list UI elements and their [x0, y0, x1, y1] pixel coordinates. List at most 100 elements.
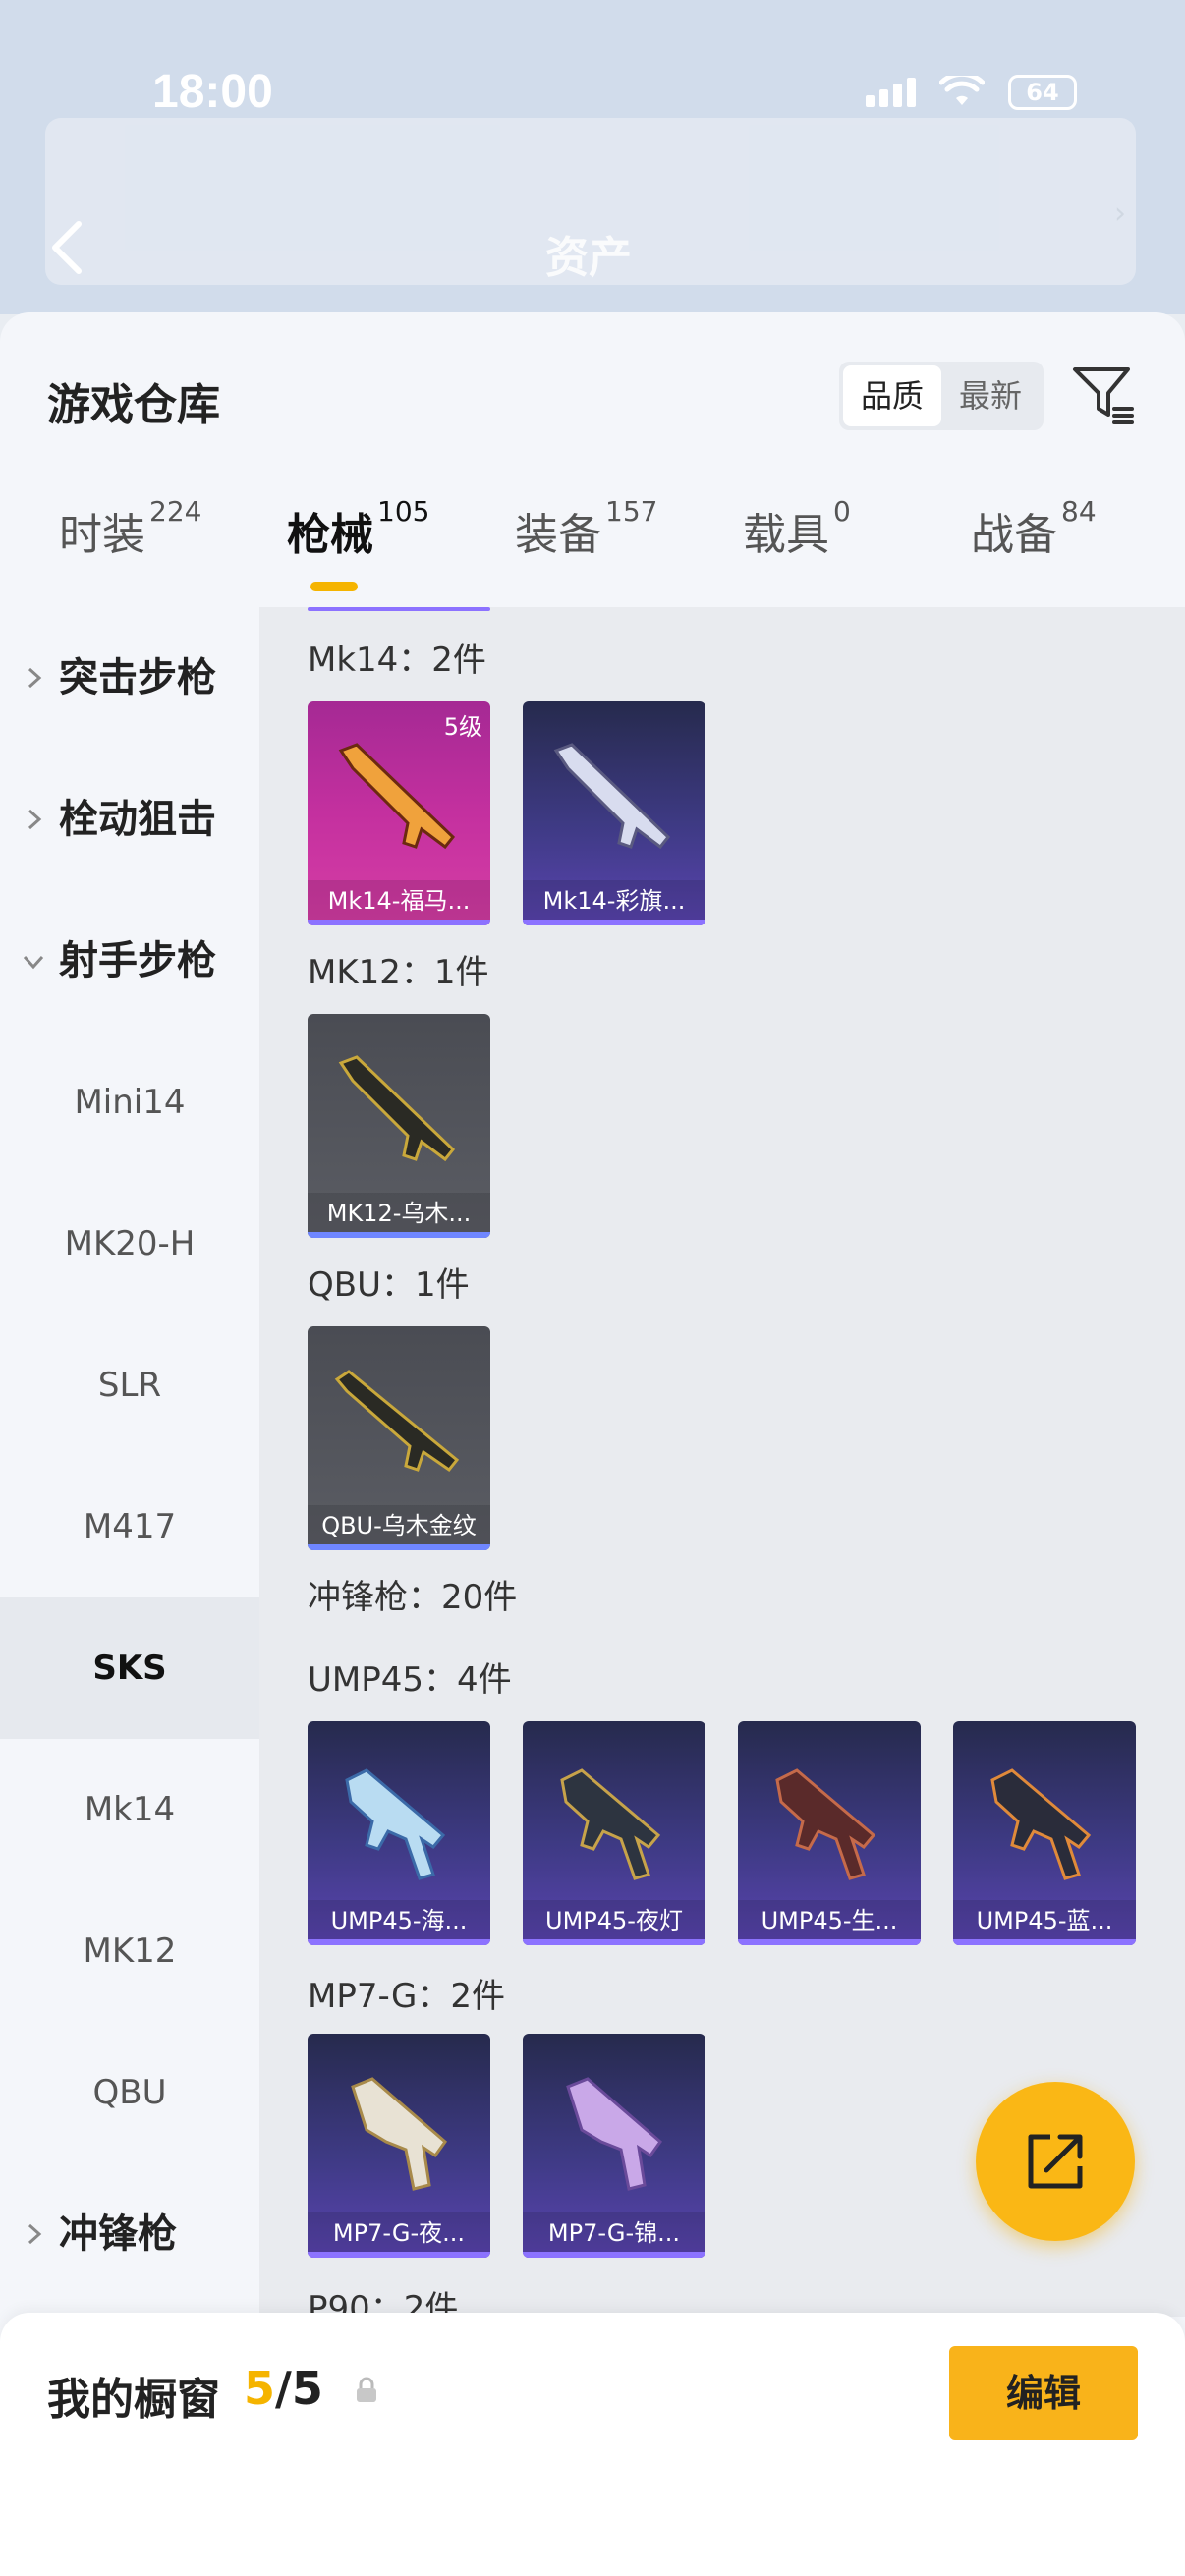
sheet-title: 游戏仓库 [47, 380, 220, 430]
quality-bar [308, 1232, 490, 1238]
sidebar-sub-mini14[interactable]: Mini14 [0, 1032, 259, 1173]
sidebar-item-label: 栓动狙击 [59, 797, 216, 842]
quality-bar [308, 1939, 490, 1945]
tab-supplies[interactable]: 战备 84 [971, 495, 1097, 562]
tab-vehicles[interactable]: 载具 0 [743, 495, 851, 562]
group-title: Mk14：2件 [308, 641, 486, 680]
weapon-card[interactable]: QBU-乌木金纹 [308, 1326, 490, 1550]
sidebar-item-label: 冲锋枪 [59, 2212, 177, 2257]
group-title: MK12：1件 [308, 953, 489, 992]
smg-icon [560, 1768, 661, 1880]
smg-icon [775, 1768, 876, 1880]
weapon-card[interactable]: UMP45-生... [738, 1721, 921, 1945]
filter-icon[interactable] [1071, 364, 1136, 428]
rifle-icon [338, 1055, 456, 1162]
status-time: 18:00 [152, 66, 273, 118]
smg-icon [566, 2077, 663, 2191]
weapon-card[interactable]: Mk14-彩旗... [523, 701, 705, 925]
share-button[interactable] [976, 2082, 1135, 2241]
rifle-icon [334, 1370, 460, 1473]
tab-firearms[interactable]: 枪械 105 [287, 495, 429, 562]
showcase-count-total: 5 [291, 2362, 323, 2415]
weapon-card[interactable]: MP7-G-夜... [308, 2034, 490, 2258]
tab-label: 枪械 [287, 510, 373, 560]
tab-label: 战备 [971, 510, 1057, 560]
quality-bar [523, 2252, 705, 2258]
sidebar-item-label: 突击步枪 [59, 655, 216, 700]
group-title: 冲锋枪：20件 [308, 1578, 518, 1617]
weapon-card[interactable]: UMP45-夜灯 [523, 1721, 705, 1945]
quality-bar [308, 2252, 490, 2258]
quality-bar [308, 920, 490, 925]
sort-toggle: 品质 最新 [839, 362, 1044, 430]
sidebar-sub-mk14[interactable]: Mk14 [0, 1739, 259, 1880]
signal-icon [866, 78, 916, 107]
weapon-list: Mk14：2件 5级 Mk14-福马... Mk14-彩旗... MK12：1件… [259, 607, 1185, 2317]
battery-icon: 64 [1008, 75, 1077, 110]
back-icon[interactable] [49, 218, 85, 277]
quality-bar [308, 1544, 490, 1550]
showcase-count-current: 5 [244, 2362, 276, 2415]
smg-icon [351, 2077, 448, 2191]
sidebar-item-label: 射手步枪 [59, 938, 216, 983]
quality-bar [953, 1939, 1136, 1945]
tab-count: 84 [1061, 495, 1097, 528]
tab-count: 0 [833, 495, 851, 528]
showcase-count: 5/5 [244, 2362, 323, 2415]
showcase-footer: 我的橱窗 5/5 编辑 [0, 2313, 1185, 2576]
smg-icon [990, 1768, 1092, 1880]
category-tabs: 时装 224 枪械 105 装备 157 载具 0 战备 84 [0, 495, 1185, 607]
group-title: QBU：1件 [308, 1265, 470, 1305]
page-title: 资产 [545, 233, 632, 283]
tab-label: 装备 [515, 510, 601, 560]
quality-bar [523, 1939, 705, 1945]
sidebar-sub-mk20h[interactable]: MK20-H [0, 1173, 259, 1315]
rifle-icon [338, 743, 456, 850]
sort-quality-button[interactable]: 品质 [843, 365, 941, 426]
status-icons: 64 [866, 75, 1077, 110]
showcase-count-separator: / [275, 2362, 292, 2415]
sidebar-item-bolt-sniper[interactable]: 栓动狙击 [0, 749, 259, 890]
tab-count: 157 [605, 495, 658, 528]
chevron-right-icon [28, 809, 42, 830]
active-tab-indicator [310, 582, 358, 591]
sort-latest-button[interactable]: 最新 [941, 365, 1040, 426]
rifle-icon [553, 743, 671, 850]
sidebar-item-smg[interactable]: 冲锋枪 [0, 2163, 259, 2305]
weapon-card[interactable]: MK12-乌木... [308, 1014, 490, 1238]
smg-icon [345, 1768, 446, 1880]
edit-button[interactable]: 编辑 [949, 2346, 1138, 2440]
weapon-type-sidebar: 突击步枪 栓动狙击 射手步枪 Mini14 MK20-H SLR M417 SK… [0, 607, 259, 2317]
level-badge: 5级 [443, 713, 482, 741]
weapon-card[interactable]: MP7-G-锦... [523, 2034, 705, 2258]
warehouse-sheet: 游戏仓库 品质 最新 时装 224 枪械 105 装备 157 载具 0 战备 84 突击… [0, 312, 1185, 2576]
lock-icon [357, 2377, 376, 2402]
quality-bar [738, 1939, 921, 1945]
tab-label: 载具 [743, 510, 829, 560]
chevron-right-icon [28, 667, 42, 689]
wifi-icon [939, 76, 985, 105]
share-icon [1028, 2134, 1083, 2189]
weapon-card[interactable]: 5级 Mk14-福马... [308, 701, 490, 925]
quality-bar [523, 920, 705, 925]
chevron-right-icon: › [1114, 196, 1126, 231]
chevron-right-icon [28, 2223, 42, 2245]
sidebar-sub-m417[interactable]: M417 [0, 1456, 259, 1597]
sidebar-sub-sks[interactable]: SKS [0, 1597, 259, 1739]
tab-fashion[interactable]: 时装 224 [59, 495, 201, 562]
group-title: P90：2件 [308, 2289, 459, 2317]
group-title: MP7-G：2件 [308, 1977, 505, 2016]
tab-equipment[interactable]: 装备 157 [515, 495, 657, 562]
showcase-label: 我的橱窗 [47, 2375, 220, 2425]
sidebar-sub-qbu[interactable]: QBU [0, 2022, 259, 2163]
sidebar-sub-mk12[interactable]: MK12 [0, 1880, 259, 2022]
weapon-card[interactable]: UMP45-海... [308, 1721, 490, 1945]
card-quality-bar [308, 607, 490, 611]
group-title: UMP45：4件 [308, 1660, 512, 1700]
chevron-down-icon [23, 955, 44, 970]
sidebar-item-marksman-rifle[interactable]: 射手步枪 [0, 890, 259, 1032]
weapon-card[interactable]: UMP45-蓝... [953, 1721, 1136, 1945]
sidebar-sub-slr[interactable]: SLR [0, 1315, 259, 1456]
tab-label: 时装 [59, 510, 145, 560]
sidebar-item-assault-rifle[interactable]: 突击步枪 [0, 607, 259, 749]
